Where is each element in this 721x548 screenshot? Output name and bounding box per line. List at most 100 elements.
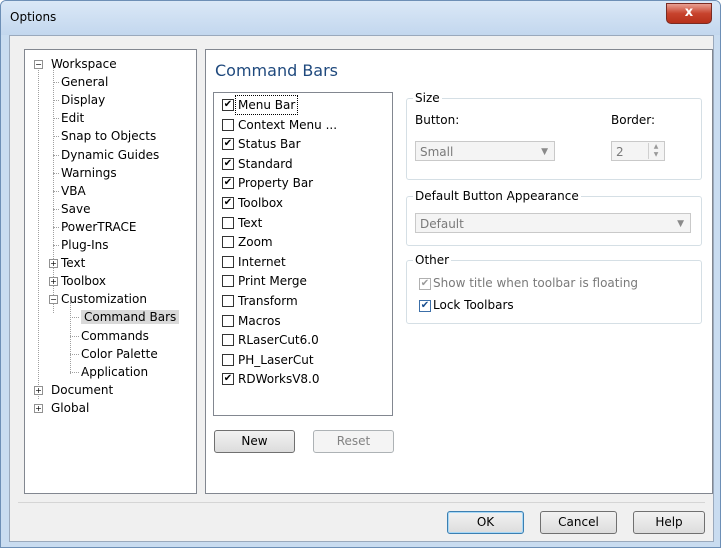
appearance-dropdown[interactable]: Default ▼ — [415, 213, 691, 233]
cancel-button[interactable]: Cancel — [540, 511, 617, 534]
tree-item[interactable]: Text — [61, 254, 85, 272]
tree-connector — [70, 353, 79, 355]
size-legend: Size — [413, 91, 442, 105]
bar-checkbox[interactable] — [222, 275, 234, 288]
tree-item[interactable]: Commands — [81, 327, 149, 345]
close-button[interactable]: x — [666, 3, 712, 24]
bar-checkbox[interactable] — [222, 353, 234, 366]
bar-label: Print Merge — [238, 274, 307, 289]
bar-checkbox[interactable]: ✔ — [222, 99, 234, 111]
tree-connector — [53, 190, 59, 192]
tree-item-label: Application — [81, 364, 149, 379]
bar-label: RLaserCut6.0 — [238, 333, 319, 348]
tree-connector — [53, 66, 54, 313]
appearance-legend: Default Button Appearance — [413, 189, 581, 203]
expand-icon[interactable]: + — [49, 277, 58, 287]
bar-checkbox[interactable] — [222, 118, 234, 131]
show-title-checkbox[interactable]: ✔ — [419, 278, 431, 290]
tree-connector — [53, 245, 59, 246]
expand-icon[interactable]: + — [34, 403, 43, 413]
tree-item[interactable]: Customization — [61, 290, 147, 308]
tree-item-label: Customization — [61, 292, 147, 307]
bar-checkbox[interactable] — [222, 216, 234, 229]
tree-item[interactable]: Display — [61, 91, 105, 109]
bar-checkbox[interactable] — [222, 236, 234, 249]
chevron-down-icon: ▼ — [677, 219, 684, 229]
tree-item[interactable]: Document — [51, 381, 113, 399]
title-bar[interactable]: Options x — [1, 1, 720, 35]
tree-connector — [53, 100, 59, 102]
tree-item-label: Snap to Objects — [61, 129, 157, 144]
expand-icon[interactable]: + — [34, 385, 43, 395]
bar-checkbox[interactable]: ✔ — [222, 138, 234, 151]
show-title-label: Show title when toolbar is floating — [433, 276, 639, 290]
bar-checkbox[interactable]: ✔ — [222, 197, 234, 209]
spin-arrows-icon[interactable]: ▲ ▼ — [648, 143, 663, 159]
bar-label: Standard — [238, 156, 293, 171]
tree-item[interactable]: Application — [81, 363, 148, 381]
border-spinner[interactable]: 2 ▲ ▼ — [611, 141, 665, 161]
bar-checkbox[interactable] — [222, 334, 234, 347]
tree-item[interactable]: Snap to Objects — [61, 127, 156, 145]
tree-item[interactable]: VBA — [61, 182, 86, 200]
options-dialog: Options x Workspace − General Display Edit Sn… — [0, 0, 721, 548]
bar-checkbox[interactable]: ✔ — [222, 373, 234, 386]
tree-item-label: Text — [61, 256, 86, 271]
tree-item[interactable]: Dynamic Guides — [61, 146, 159, 164]
bar-checkbox[interactable] — [222, 314, 234, 327]
ok-button[interactable]: OK — [447, 511, 524, 534]
tree-connector — [70, 302, 71, 374]
tree-item-label: Toolbox — [61, 274, 106, 289]
tree-connector — [70, 371, 79, 373]
tree-item-label: Plug-Ins — [61, 238, 109, 252]
bar-checkbox[interactable] — [222, 295, 234, 307]
tree-connector — [53, 226, 59, 228]
tree-item-label: Dynamic Guides — [61, 147, 160, 162]
tree-item[interactable]: PowerTRACE — [61, 218, 136, 236]
dialog-body: Workspace − General Display Edit Snap to Obje… — [9, 35, 714, 542]
tree-item[interactable]: Global — [51, 399, 89, 417]
collapse-icon[interactable]: − — [49, 295, 58, 305]
tree-connector — [70, 317, 79, 319]
appearance-value: Default — [420, 217, 464, 231]
help-button[interactable]: Help — [633, 511, 705, 534]
tree-connector — [53, 172, 59, 174]
reset-button[interactable]: Reset — [313, 430, 394, 453]
tree-item[interactable]: Edit — [61, 109, 84, 127]
new-button[interactable]: New — [214, 430, 295, 453]
bar-checkbox[interactable] — [222, 255, 234, 268]
tree-item[interactable]: Warnings — [61, 164, 117, 182]
tree-connector — [53, 82, 59, 84]
tree-item[interactable]: Command Bars — [81, 308, 180, 326]
lock-toolbars-checkbox[interactable]: ✔ — [419, 300, 431, 312]
bar-label: Property Bar — [238, 176, 314, 191]
tree-item-label: General — [61, 75, 109, 90]
tree-item[interactable]: Toolbox — [61, 272, 106, 290]
bar-label: Toolbox — [238, 196, 283, 210]
footer-divider — [18, 502, 705, 503]
tree-item[interactable]: Plug-Ins — [61, 236, 109, 254]
options-tree[interactable]: Workspace − General Display Edit Snap to Obje… — [24, 49, 197, 494]
other-legend: Other — [413, 253, 452, 267]
bar-label: Zoom — [238, 235, 273, 250]
tree-connector — [38, 66, 39, 399]
command-bars-list[interactable]: ✔ Menu Bar Context Menu ... ✔ Status Bar ✔ Sta… — [213, 92, 393, 416]
tree-item[interactable]: Color Palette — [81, 345, 158, 363]
spin-down-icon[interactable]: ▼ — [649, 151, 663, 159]
button-size-label: Button: — [415, 113, 460, 127]
tree-item-label: Commands — [81, 328, 149, 343]
bar-checkbox[interactable]: ✔ — [222, 157, 234, 170]
expand-icon[interactable]: + — [49, 259, 58, 269]
spin-up-icon[interactable]: ▲ — [649, 143, 663, 151]
tree-item-label: Command Bars — [81, 310, 180, 325]
tree-connector — [70, 335, 79, 337]
page-title: Command Bars — [215, 61, 339, 80]
collapse-icon[interactable]: − — [34, 60, 43, 69]
button-size-dropdown[interactable]: Small ▼ — [415, 141, 555, 161]
bar-checkbox[interactable]: ✔ — [222, 177, 234, 190]
tree-item-label: Edit — [61, 111, 85, 126]
tree-item[interactable]: Workspace — [51, 55, 117, 73]
tree-item[interactable]: Save — [61, 200, 90, 218]
bar-label: PH_LaserCut — [238, 352, 314, 367]
tree-item[interactable]: General — [61, 73, 108, 91]
